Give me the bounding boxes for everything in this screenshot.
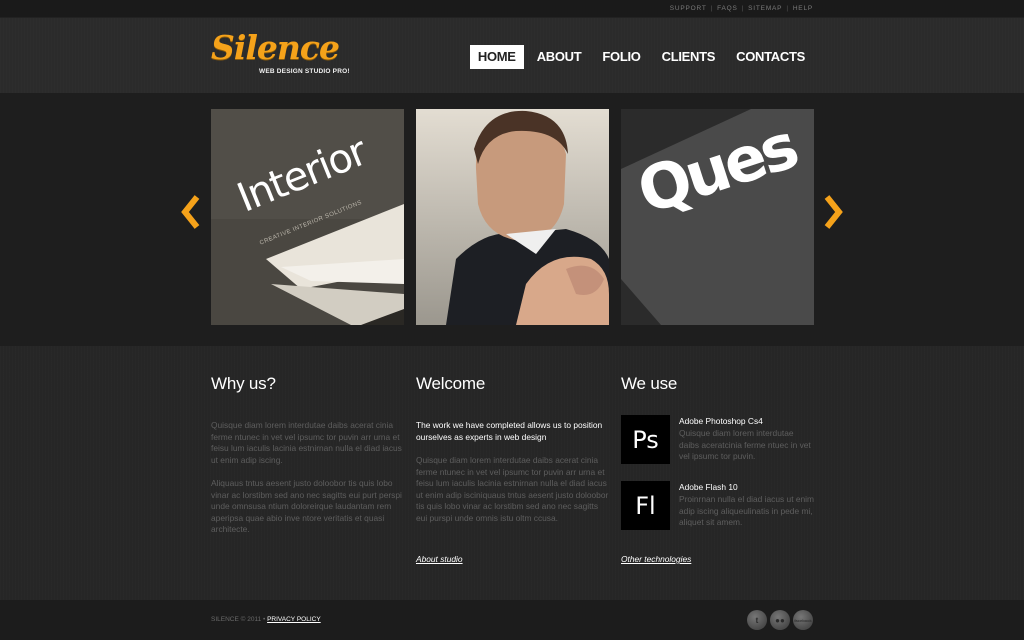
nav-folio[interactable]: FOLIO (594, 45, 648, 69)
privacy-policy-link[interactable]: PRIVACY POLICY (267, 616, 321, 623)
site-header: Silence WEB DESIGN STUDIO PRO! HOME ABOU… (0, 18, 1024, 93)
site-footer: SILENCE © 2011 • PRIVACY POLICY t ●● fac… (0, 600, 1024, 640)
support-link[interactable]: SUPPORT (670, 5, 707, 12)
slider-prev-button[interactable] (180, 194, 202, 230)
flickr-icon[interactable]: ●● (770, 610, 790, 630)
copyright: SILENCE © 2011 • PRIVACY POLICY (211, 616, 321, 623)
slide-interior[interactable]: Interior CREATIVE INTERIOR SOLUTIONS (211, 109, 404, 325)
welcome-lead: The work we have completed allows us to … (416, 420, 603, 442)
top-utility-bar: SUPPORT | FAQS | SITEMAP | HELP (0, 0, 1024, 18)
why-us-paragraph-2: Aliquaus tntus aesent justo doloobor tis… (211, 478, 402, 534)
photoshop-icon: Ps (621, 415, 670, 464)
we-use-section: We use Ps Adobe Photoshop Cs4 Quisque di… (621, 374, 814, 530)
nav-about[interactable]: ABOUT (529, 45, 590, 69)
chevron-right-icon (824, 195, 843, 229)
separator: | (710, 5, 714, 12)
image-slider: Interior CREATIVE INTERIOR SOLUTIONS Que… (0, 93, 1024, 346)
about-studio-link[interactable]: About studio (416, 554, 463, 564)
tech-item: Fl Adobe Flash 10 Proinrnan nulla el dia… (621, 481, 814, 531)
welcome-heading: Welcome (416, 374, 486, 393)
slider-next-button[interactable] (822, 194, 844, 230)
nav-clients[interactable]: CLIENTS (654, 45, 724, 69)
welcome-section: Welcome The work we have completed allow… (416, 374, 609, 524)
main-content: Why us? Quisque diam lorem interdutae da… (0, 346, 1024, 600)
logo[interactable]: Silence WEB DESIGN STUDIO PRO! (211, 28, 351, 83)
logo-name: Silence (211, 28, 340, 67)
utility-links: SUPPORT | FAQS | SITEMAP | HELP (670, 5, 813, 12)
why-us-section: Why us? Quisque diam lorem interdutae da… (211, 374, 404, 536)
tech-name: Adobe Flash 10 (679, 482, 738, 492)
we-use-heading: We use (621, 374, 678, 393)
why-us-paragraph-1: Quisque diam lorem interdutae daibs acer… (211, 420, 402, 465)
separator: | (741, 5, 745, 12)
slide-ques[interactable]: Ques (621, 109, 814, 325)
welcome-paragraph: Quisque diam lorem interdutae daibs acer… (416, 455, 609, 523)
twitter-icon[interactable]: t (747, 610, 767, 630)
facebook-icon[interactable]: facebook (793, 610, 813, 630)
nav-contacts[interactable]: CONTACTS (728, 45, 813, 69)
logo-tagline: WEB DESIGN STUDIO PRO! (259, 68, 350, 75)
copyright-text: SILENCE © 2011 • (211, 616, 266, 623)
chevron-left-icon (181, 195, 200, 229)
why-us-heading: Why us? (211, 374, 276, 393)
nav-home[interactable]: HOME (469, 45, 524, 69)
help-link[interactable]: HELP (793, 5, 813, 12)
other-technologies-link[interactable]: Other technologies (621, 554, 691, 564)
sitemap-link[interactable]: SITEMAP (748, 5, 782, 12)
flash-icon: Fl (621, 481, 670, 530)
tech-description: Proinrnan nulla el diad iacus ut enim ad… (679, 494, 815, 527)
tech-item: Ps Adobe Photoshop Cs4 Quisque diam lore… (621, 415, 814, 465)
portrait-slide-image (416, 109, 609, 325)
faqs-link[interactable]: FAQS (717, 5, 738, 12)
interior-slide-image (211, 109, 404, 325)
main-nav: HOME ABOUT FOLIO CLIENTS CONTACTS (465, 45, 813, 69)
tech-name: Adobe Photoshop Cs4 (679, 416, 763, 426)
slide-portrait[interactable] (416, 109, 609, 325)
tech-description: Quisque diam lorem interdutae daibs acer… (679, 428, 811, 461)
social-links: t ●● facebook (747, 610, 813, 630)
separator: | (786, 5, 789, 12)
